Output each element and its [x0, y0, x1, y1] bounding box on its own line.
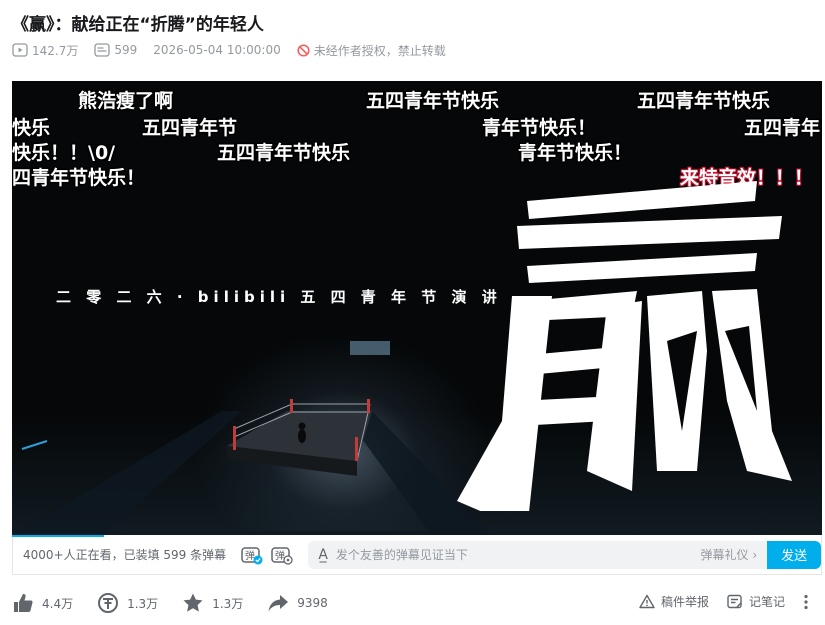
- danmaku-item: 熊浩瘦了啊: [78, 90, 174, 112]
- danmaku-toggle[interactable]: 弹: [240, 543, 264, 567]
- danmaku-icon: [94, 43, 111, 57]
- danmaku-item: 五四青年节快乐: [637, 90, 771, 112]
- video-progress[interactable]: [12, 535, 104, 537]
- danmaku-item: 五四青年节快乐: [217, 142, 351, 164]
- danmaku-settings[interactable]: 弹: [270, 543, 294, 567]
- like-button[interactable]: 4.4万: [12, 592, 73, 614]
- danmaku-style-icon[interactable]: A̲: [318, 547, 328, 563]
- win-calligraphy-graphic: [457, 181, 792, 511]
- forbid-icon: [297, 43, 310, 57]
- notes-button[interactable]: 记笔记: [727, 593, 785, 610]
- copyright-notice: 未经作者授权，禁止转载: [297, 42, 446, 59]
- coin-count: 1.3万: [127, 596, 159, 611]
- share-button[interactable]: 9398: [267, 592, 328, 614]
- share-icon: [268, 595, 289, 612]
- view-count-value: 142.7万: [32, 43, 79, 58]
- thumbs-up-icon: [14, 594, 33, 612]
- report-label: 稿件举报: [660, 595, 709, 609]
- more-vertical-icon: [804, 594, 808, 609]
- danmaku-input-placeholder: 发个友善的弹幕见证当下: [335, 548, 468, 562]
- danmaku-etiquette-link[interactable]: 弹幕礼仪 ›: [701, 546, 758, 563]
- online-viewers: 4000+人正在看，已装填 599 条弹幕: [23, 548, 227, 562]
- note-icon: [727, 594, 742, 609]
- danmaku-item: 五四青年节: [142, 117, 238, 139]
- more-menu-button[interactable]: [803, 594, 815, 610]
- danmaku-item: 青年节快乐！: [518, 142, 633, 164]
- danmaku-input[interactable]: A̲ 发个友善的弹幕见证当下 弹幕礼仪 ›: [308, 540, 768, 569]
- video-player[interactable]: 熊浩瘦了啊 五四青年节快乐 五四青年节快乐 快乐 五四青年节 青年节快乐！ 五四…: [12, 81, 822, 536]
- danmaku-item: 快乐: [12, 117, 51, 139]
- secondary-actions: 稿件举报 记笔记: [621, 593, 815, 610]
- danmaku-settings-icon: 弹: [271, 546, 294, 565]
- copyright-text: 未经作者授权，禁止转载: [313, 43, 446, 58]
- favorite-button[interactable]: 1.3万: [182, 592, 243, 614]
- view-count: 142.7万: [12, 42, 78, 59]
- svg-text:弹: 弹: [245, 549, 255, 562]
- coin-button[interactable]: 1.3万: [97, 592, 158, 614]
- danmaku-toggle-icon: 弹: [241, 546, 263, 564]
- play-icon: [12, 43, 28, 57]
- danmaku-item: 青年节快乐！: [482, 117, 597, 139]
- send-danmaku-button[interactable]: 发送: [767, 540, 821, 569]
- danmaku-count-value: 599: [114, 43, 138, 57]
- danmaku-bar: 4000+人正在看，已装填 599 条弹幕 弹 弹 A̲ 发个友善的弹幕见证当下…: [12, 535, 822, 575]
- star-icon: [183, 593, 203, 612]
- warning-icon: [639, 594, 655, 609]
- share-count: 9398: [297, 596, 328, 610]
- danmaku-item: 五四青年: [744, 117, 821, 139]
- event-slogan: 二 零 二 六 · bilibili 五 四 青 年 节 演 讲: [56, 288, 502, 306]
- danmaku-item: 五四青年节快乐: [366, 90, 500, 112]
- danmaku-item: 快乐！！\0/: [12, 142, 116, 164]
- danmaku-count: 599: [94, 43, 137, 57]
- danmaku-item: 四青年节快乐！: [12, 167, 146, 189]
- coin-icon: [98, 593, 119, 613]
- video-meta: 142.7万 599 2026-05-04 10:00:00 未经作者授权，禁止…: [12, 41, 462, 59]
- favorite-count: 1.3万: [212, 596, 244, 611]
- report-button[interactable]: 稿件举报: [639, 593, 709, 610]
- notes-label: 记笔记: [748, 595, 785, 609]
- video-title: 《赢》：献给正在“折腾”的年轻人: [12, 15, 264, 35]
- publish-datetime: 2026-05-04 10:00:00: [153, 43, 281, 57]
- like-count: 4.4万: [42, 596, 74, 611]
